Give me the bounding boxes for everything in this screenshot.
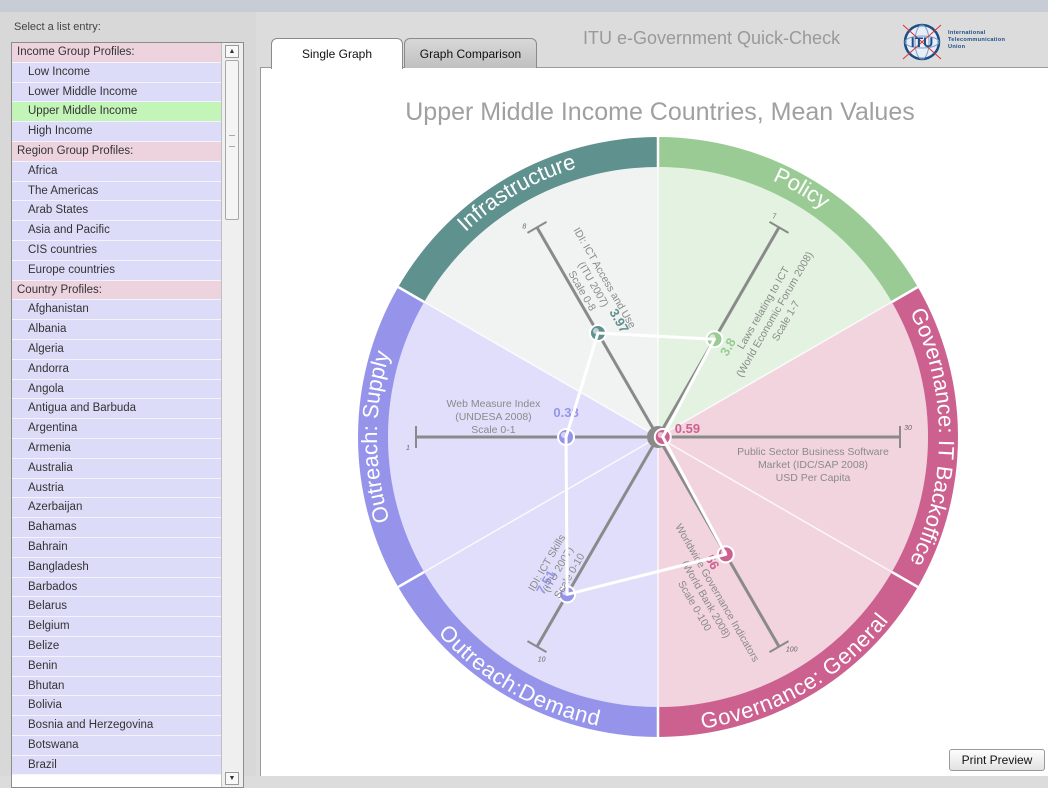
list-item[interactable]: Belarus <box>12 597 221 618</box>
app-title: ITU e-Government Quick-Check <box>583 28 841 48</box>
tab-graph-comparison[interactable]: Graph Comparison <box>404 38 537 68</box>
axis-max-label: 10 <box>538 657 546 664</box>
axis-max-label: 1 <box>406 445 410 452</box>
axis-title-line: Scale 0-1 <box>471 424 516 436</box>
list-item[interactable]: Albania <box>12 320 221 340</box>
list-item[interactable]: Angola <box>12 379 221 400</box>
list-item[interactable]: Austria <box>12 478 221 499</box>
select-list-label: Select a list entry: <box>14 21 101 33</box>
chart-body: PolicyGovernance: IT BackofficeGovernanc… <box>357 137 959 737</box>
list-item[interactable]: Australia <box>12 458 221 479</box>
scroll-up-arrow-icon[interactable]: ▲ <box>225 45 239 58</box>
print-preview-button[interactable]: Print Preview <box>949 749 1045 771</box>
axis-title-line: Market (IDC/SAP 2008) <box>758 459 868 471</box>
list-item[interactable]: Bahamas <box>12 518 221 538</box>
itu-org-line: Union <box>948 44 966 50</box>
left-panel: Select a list entry: Income Group Profil… <box>0 12 256 788</box>
axis-max-label: 8 <box>522 223 526 230</box>
axis-title-line: (UNDESA 2008) <box>455 411 531 423</box>
list-item[interactable]: Andorra <box>12 359 221 380</box>
list-item[interactable]: Barbados <box>12 577 221 598</box>
list-items: Income Group Profiles: Low Income Lower Mi… <box>12 43 221 776</box>
list-item[interactable]: Africa <box>12 161 221 182</box>
axis-title-line: USD Per Capita <box>776 472 851 484</box>
list-item[interactable]: Bhutan <box>12 676 221 697</box>
list-item[interactable]: Benin <box>12 656 221 677</box>
list-item[interactable]: Arab States <box>12 201 221 222</box>
list-item[interactable]: Bangladesh <box>12 557 221 578</box>
list-item[interactable]: Lower Middle Income <box>12 82 221 103</box>
listbox-scrollbar[interactable]: ▲ ▼ <box>221 43 243 787</box>
list-item[interactable]: Azerbaijan <box>12 498 221 519</box>
scrollbar-grip-icon <box>229 135 235 147</box>
list-item[interactable]: Bosnia and Herzegovina <box>12 716 221 736</box>
list-item[interactable]: Brazil <box>12 755 221 776</box>
list-item[interactable]: Botswana <box>12 735 221 756</box>
list-item[interactable]: Antigua and Barbuda <box>12 399 221 420</box>
axis-title-line: Public Sector Business Software <box>737 446 889 458</box>
chart-title: Upper Middle Income Countries, Mean Valu… <box>405 98 915 126</box>
list-group-header: Income Group Profiles: <box>12 43 221 63</box>
list-item[interactable]: CIS countries <box>12 240 221 261</box>
itu-org-name: International Telecommunication Union <box>948 30 1005 51</box>
entry-listbox[interactable]: Income Group Profiles: Low Income Lower Mi… <box>11 42 244 788</box>
list-group-header: Region Group Profiles: <box>12 141 221 162</box>
tab-single-graph[interactable]: Single Graph <box>271 38 403 69</box>
list-item[interactable]: High Income <box>12 122 221 142</box>
axis-max-label: 100 <box>786 647 798 654</box>
list-item[interactable]: Europe countries <box>12 260 221 281</box>
list-item[interactable]: Belgium <box>12 617 221 637</box>
list-item[interactable]: Bahrain <box>12 537 221 558</box>
list-item[interactable]: Armenia <box>12 438 221 459</box>
itu-logo-text: ITU <box>911 34 934 50</box>
scrollbar-thumb[interactable] <box>225 60 239 220</box>
list-item[interactable]: Low Income <box>12 62 221 83</box>
value-label: 0.59 <box>675 421 700 436</box>
top-band <box>0 0 1048 12</box>
scroll-down-arrow-icon[interactable]: ▼ <box>225 772 239 785</box>
itu-org-line: International <box>948 30 986 36</box>
axis-title-line: Web Measure Index <box>447 398 542 410</box>
itu-org-line: Telecommunication <box>948 37 1006 43</box>
list-item[interactable]: Algeria <box>12 339 221 360</box>
list-item[interactable]: Belize <box>12 636 221 657</box>
list-item[interactable]: Asia and Pacific <box>12 221 221 241</box>
list-item[interactable]: Afghanistan <box>12 300 221 321</box>
axis-max-label: 30 <box>904 425 912 432</box>
itu-logo-icon: ITU <box>902 23 942 61</box>
list-item[interactable]: Upper Middle Income <box>12 102 221 123</box>
list-item[interactable]: The Americas <box>12 181 221 202</box>
list-group-header: Country Profiles: <box>12 280 221 301</box>
list-item[interactable]: Bolivia <box>12 696 221 717</box>
radar-chart: Upper Middle Income Countries, Mean Valu… <box>357 98 959 737</box>
list-item[interactable]: Argentina <box>12 419 221 439</box>
